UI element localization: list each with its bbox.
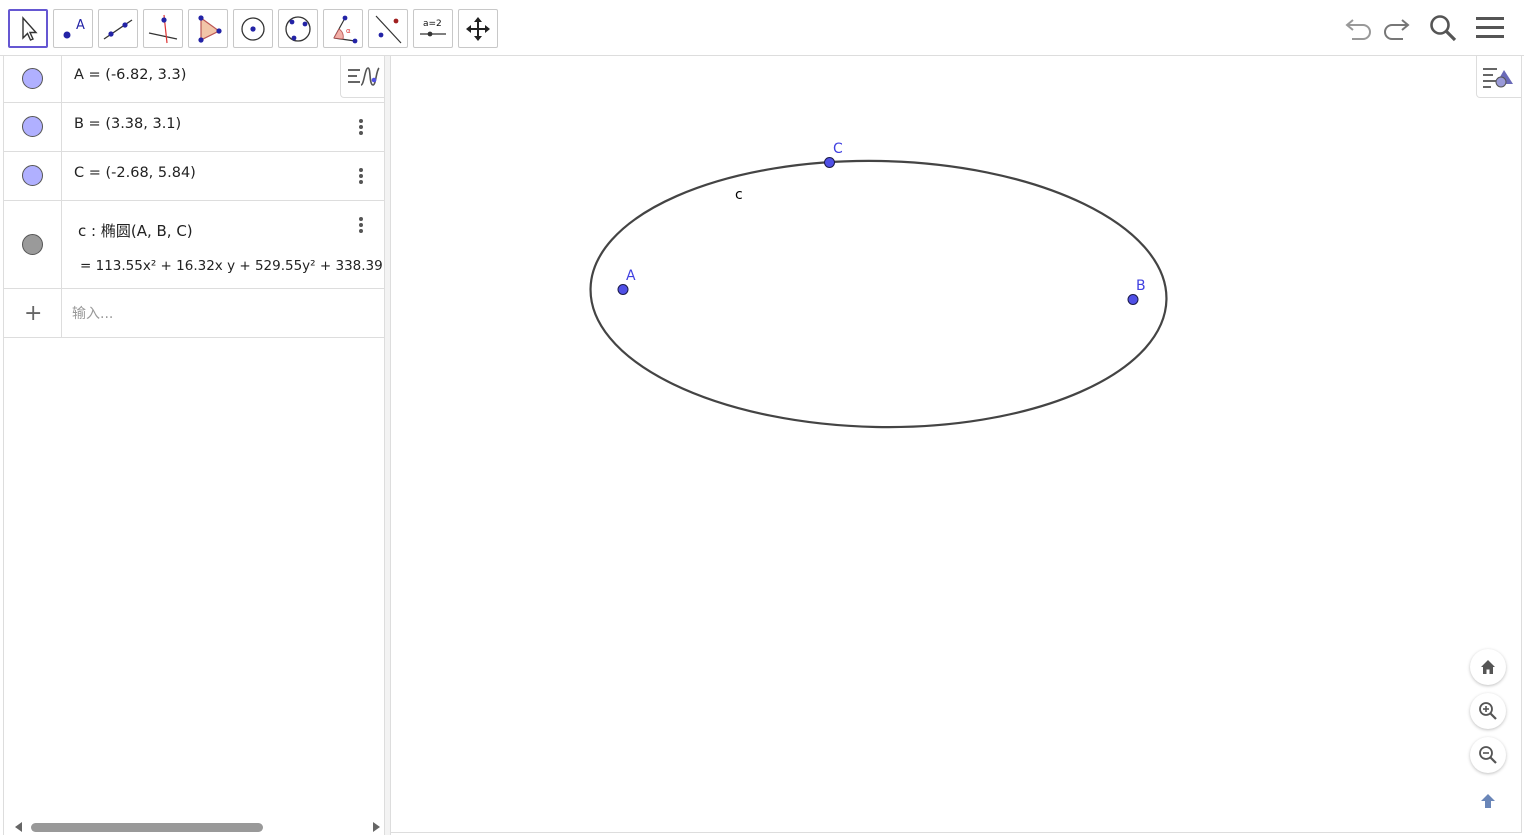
menu-icon bbox=[1476, 17, 1504, 38]
toolbar: A α a=2 bbox=[0, 0, 1524, 56]
reflect-icon bbox=[375, 15, 402, 43]
point-tool-button[interactable]: A bbox=[53, 9, 93, 48]
marble-cell bbox=[4, 201, 62, 288]
move-arrows-icon bbox=[466, 16, 490, 41]
marble-cell bbox=[4, 152, 62, 200]
point-C[interactable] bbox=[824, 157, 835, 168]
algebra-view: A = (-6.82, 3.3) B = (3.38, 3.1) C = (-2… bbox=[3, 56, 385, 835]
slider-tool-button[interactable]: a=2 bbox=[413, 9, 453, 48]
plus-icon[interactable]: + bbox=[24, 301, 42, 326]
algebra-text-B[interactable]: B = (3.38, 3.1) bbox=[74, 116, 181, 132]
menu-button[interactable] bbox=[1472, 10, 1508, 46]
home-button[interactable] bbox=[1470, 649, 1506, 685]
horizontal-scrollbar[interactable] bbox=[9, 818, 384, 834]
algebra-text-A[interactable]: A = (-6.82, 3.3) bbox=[74, 67, 186, 83]
algebra-description-icon bbox=[347, 66, 380, 86]
visibility-toggle-c[interactable] bbox=[22, 234, 43, 255]
circle-three-points-tool-button[interactable] bbox=[278, 9, 318, 48]
perpendicular-line-tool-button[interactable] bbox=[143, 9, 183, 48]
circle-center-tool-button[interactable] bbox=[233, 9, 273, 48]
polygon-icon bbox=[198, 14, 222, 43]
marble-cell bbox=[4, 103, 62, 151]
marble-cell bbox=[4, 56, 62, 102]
zoom-out-icon bbox=[1479, 746, 1497, 764]
redo-button[interactable] bbox=[1378, 10, 1414, 46]
circle-three-points-icon bbox=[285, 15, 311, 42]
more-options-icon[interactable] bbox=[357, 168, 365, 188]
perpendicular-line-icon bbox=[148, 14, 178, 43]
visibility-toggle-B[interactable] bbox=[22, 116, 43, 137]
style-bar-icon bbox=[1483, 67, 1513, 88]
point-label-A: A bbox=[626, 268, 636, 284]
slider-tool-label: a=2 bbox=[423, 19, 442, 29]
graphics-view[interactable]: c A B C bbox=[391, 56, 1522, 833]
graphics-style-bar-toggle[interactable] bbox=[1476, 56, 1522, 98]
graphics-canvas[interactable]: c A B C bbox=[391, 56, 1522, 833]
visibility-toggle-A[interactable] bbox=[22, 68, 43, 89]
move-tool-button[interactable] bbox=[8, 9, 48, 48]
fullscreen-button[interactable] bbox=[1470, 783, 1506, 819]
zoom-in-button[interactable] bbox=[1470, 693, 1506, 729]
point-tool-label: A bbox=[76, 18, 85, 33]
scrollbar-thumb[interactable] bbox=[31, 823, 263, 832]
reflect-tool-button[interactable] bbox=[368, 9, 408, 48]
angle-tool-button[interactable]: α bbox=[323, 9, 363, 48]
ellipse-label: c bbox=[735, 187, 743, 203]
algebra-input-field[interactable]: 输入... bbox=[72, 303, 113, 323]
point-label-B: B bbox=[1136, 278, 1146, 294]
undo-icon bbox=[1345, 19, 1371, 40]
undo-button[interactable] bbox=[1341, 10, 1377, 46]
zoom-in-icon bbox=[1479, 702, 1497, 720]
scroll-right-icon[interactable] bbox=[373, 822, 380, 832]
point-B[interactable] bbox=[1127, 294, 1139, 305]
marble-cell: + bbox=[4, 289, 62, 337]
algebra-style-toggle-button[interactable] bbox=[340, 56, 384, 98]
svg-text:α: α bbox=[346, 27, 351, 35]
algebra-row-c[interactable]: c : 椭圆(A, B, C) = 113.55x² + 16.32x y + … bbox=[4, 201, 384, 289]
arrow-cursor-icon bbox=[22, 15, 38, 41]
line-tool-button[interactable] bbox=[98, 9, 138, 48]
search-button[interactable] bbox=[1425, 10, 1461, 46]
point-icon: A bbox=[63, 18, 85, 38]
scroll-left-icon[interactable] bbox=[15, 822, 22, 832]
algebra-input-row[interactable]: + 输入... bbox=[4, 289, 384, 338]
algebra-row-B[interactable]: B = (3.38, 3.1) bbox=[4, 103, 384, 152]
redo-icon bbox=[1384, 19, 1410, 40]
algebra-row-A[interactable]: A = (-6.82, 3.3) bbox=[4, 56, 384, 103]
arrow-up-icon bbox=[1481, 794, 1495, 808]
home-icon bbox=[1481, 660, 1495, 674]
more-options-icon[interactable] bbox=[357, 119, 365, 139]
search-icon bbox=[1430, 15, 1457, 42]
ellipse-c[interactable] bbox=[588, 155, 1169, 432]
algebra-row-C[interactable]: C = (-2.68, 5.84) bbox=[4, 152, 384, 201]
zoom-out-button[interactable] bbox=[1470, 737, 1506, 773]
algebra-value-c[interactable]: = 113.55x² + 16.32x y + 529.55y² + 338.3… bbox=[80, 258, 383, 274]
point-A[interactable] bbox=[617, 284, 629, 295]
more-options-icon[interactable] bbox=[357, 217, 365, 237]
slider-icon: a=2 bbox=[420, 19, 446, 36]
polygon-tool-button[interactable] bbox=[188, 9, 228, 48]
visibility-toggle-C[interactable] bbox=[22, 165, 43, 186]
algebra-text-C[interactable]: C = (-2.68, 5.84) bbox=[74, 165, 196, 181]
angle-icon: α bbox=[333, 15, 358, 43]
line-icon bbox=[103, 18, 133, 40]
move-graphics-view-tool-button[interactable] bbox=[458, 9, 498, 48]
algebra-definition-c[interactable]: c : 椭圆(A, B, C) bbox=[78, 220, 193, 241]
point-label-C: C bbox=[833, 141, 843, 157]
circle-center-icon bbox=[241, 16, 265, 41]
